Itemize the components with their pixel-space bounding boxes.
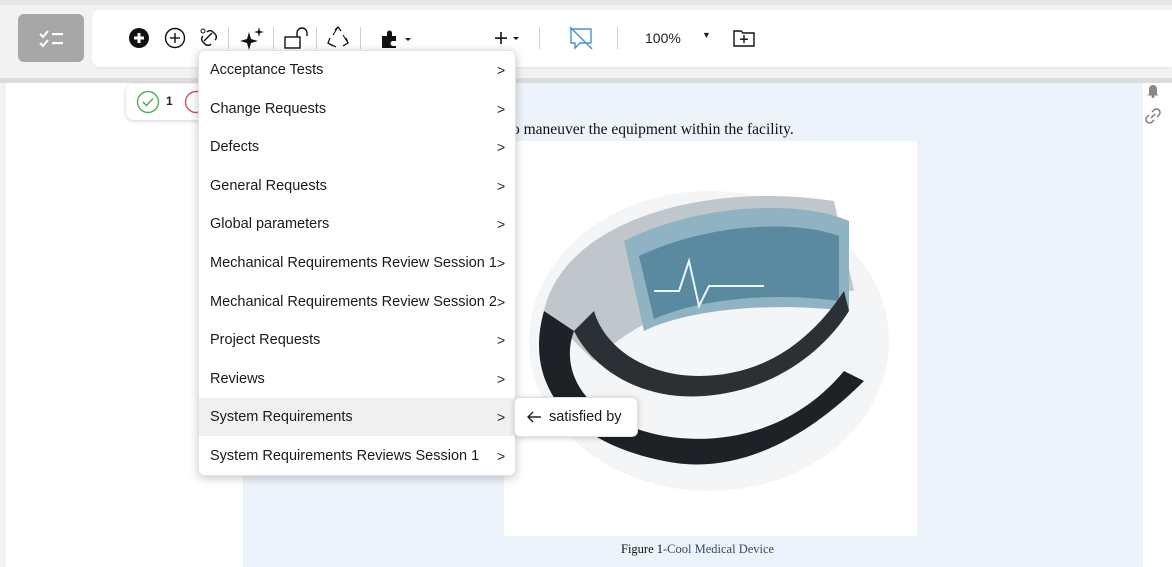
figure-caption: Figure 1-Cool Medical Device <box>621 542 774 557</box>
toolbar-separator <box>539 27 540 49</box>
menu-item-label: Mechanical Requirements Review Session 1 <box>210 255 497 271</box>
chevron-right-icon: > <box>497 216 506 233</box>
add-filled-icon <box>129 28 149 48</box>
menu-item[interactable]: Mechanical Requirements Review Session 1… <box>199 244 515 282</box>
chevron-right-icon: > <box>497 409 506 426</box>
menu-item[interactable]: Project Requests > <box>199 321 515 359</box>
chevron-right-icon: > <box>497 370 506 387</box>
plus-icon <box>495 32 519 44</box>
menu-item-label: Mechanical Requirements Review Session 2 <box>210 293 497 310</box>
medical-device-image <box>529 191 889 491</box>
puzzle-icon <box>382 30 411 48</box>
menu-item-label: Reviews <box>210 370 265 387</box>
document-text: o maneuver the equipment within the faci… <box>512 121 794 138</box>
reuse-button[interactable] <box>325 26 351 50</box>
sparkle-icon <box>240 27 264 50</box>
menu-item[interactable]: Reviews > <box>199 360 515 398</box>
top-bar: 100% ▼ <box>0 0 1172 78</box>
toolbar-separator <box>360 27 361 49</box>
chevron-right-icon: > <box>497 448 506 464</box>
comment-off-icon <box>569 26 593 50</box>
link-type-menu: Acceptance Tests > Change Requests > Defects… <box>198 50 516 476</box>
toolbar-separator <box>228 27 229 49</box>
extensions-dropdown[interactable] <box>378 26 416 50</box>
menu-item[interactable]: Defects > <box>199 128 515 166</box>
menu-item-label: Acceptance Tests <box>210 62 324 78</box>
menu-item-label: System Requirements Reviews Session 1 <box>210 448 480 464</box>
menu-item-label: Defects <box>210 139 260 156</box>
add-item-button[interactable] <box>127 26 151 50</box>
menu-item[interactable]: Global parameters > <box>199 205 515 243</box>
link-icon <box>1145 108 1161 124</box>
link-button[interactable] <box>197 26 221 50</box>
menu-item-label: Change Requests <box>210 100 327 117</box>
passed-check-icon <box>136 90 160 114</box>
unlock-button[interactable] <box>283 26 309 50</box>
chevron-right-icon: > <box>497 100 506 117</box>
toolbar-separator <box>316 27 317 49</box>
menu-item[interactable]: Change Requests > <box>199 90 515 128</box>
top-line <box>0 0 1172 5</box>
bell-icon <box>1147 85 1159 98</box>
menu-item[interactable]: Acceptance Tests > <box>199 51 515 89</box>
link-role-submenu[interactable]: satisfied by <box>514 397 638 437</box>
menu-item[interactable]: General Requests > <box>199 167 515 205</box>
zoom-dropdown-icon[interactable]: ▼ <box>702 30 711 40</box>
caption-text: -Cool Medical Device <box>663 542 775 556</box>
menu-item[interactable]: Mechanical Requirements Review Session 2… <box>199 283 515 321</box>
add-section-button[interactable] <box>730 26 758 50</box>
submenu-item-satisfied-by: satisfied by <box>549 409 622 425</box>
recycle-icon <box>327 26 349 48</box>
unlock-icon <box>284 27 308 49</box>
chevron-right-icon: > <box>497 332 506 349</box>
side-link-button[interactable] <box>1145 108 1161 129</box>
chevron-right-icon: > <box>497 255 506 271</box>
add-box-icon <box>733 30 755 47</box>
menu-item-label: Project Requests <box>210 332 321 349</box>
chevron-right-icon: > <box>497 62 506 78</box>
notifications-button[interactable] <box>1146 82 1160 103</box>
toolbar-separator <box>273 27 274 49</box>
chevron-right-icon: > <box>497 293 506 310</box>
menu-item[interactable]: System Requirements > <box>199 398 515 437</box>
menu-item-label: System Requirements <box>210 409 353 426</box>
toolbar-separator <box>617 27 618 49</box>
add-child-button[interactable] <box>163 26 187 50</box>
checklist-icon <box>39 30 63 48</box>
caption-label: Figure 1 <box>621 542 664 556</box>
arrow-left-icon <box>527 411 541 423</box>
link-icon <box>200 28 217 46</box>
app-window: 100% ▼ o maneuver the equipment within t… <box>0 0 1172 567</box>
ai-assist-button[interactable] <box>238 26 266 50</box>
add-outline-icon <box>164 27 186 49</box>
menu-item-label: Global parameters <box>210 216 330 233</box>
chevron-right-icon: > <box>497 177 506 194</box>
chevron-right-icon: > <box>497 139 506 156</box>
menu-item-label: General Requests <box>210 177 327 194</box>
checklist-button[interactable] <box>18 14 84 62</box>
passed-count: 1 <box>166 94 173 108</box>
menu-item[interactable]: System Requirements Reviews Session 1 > <box>199 437 515 475</box>
zoom-level[interactable]: 100% <box>645 30 681 46</box>
insert-dropdown[interactable] <box>492 26 522 50</box>
figure-image <box>504 141 917 536</box>
hide-comments-button[interactable] <box>566 26 596 50</box>
